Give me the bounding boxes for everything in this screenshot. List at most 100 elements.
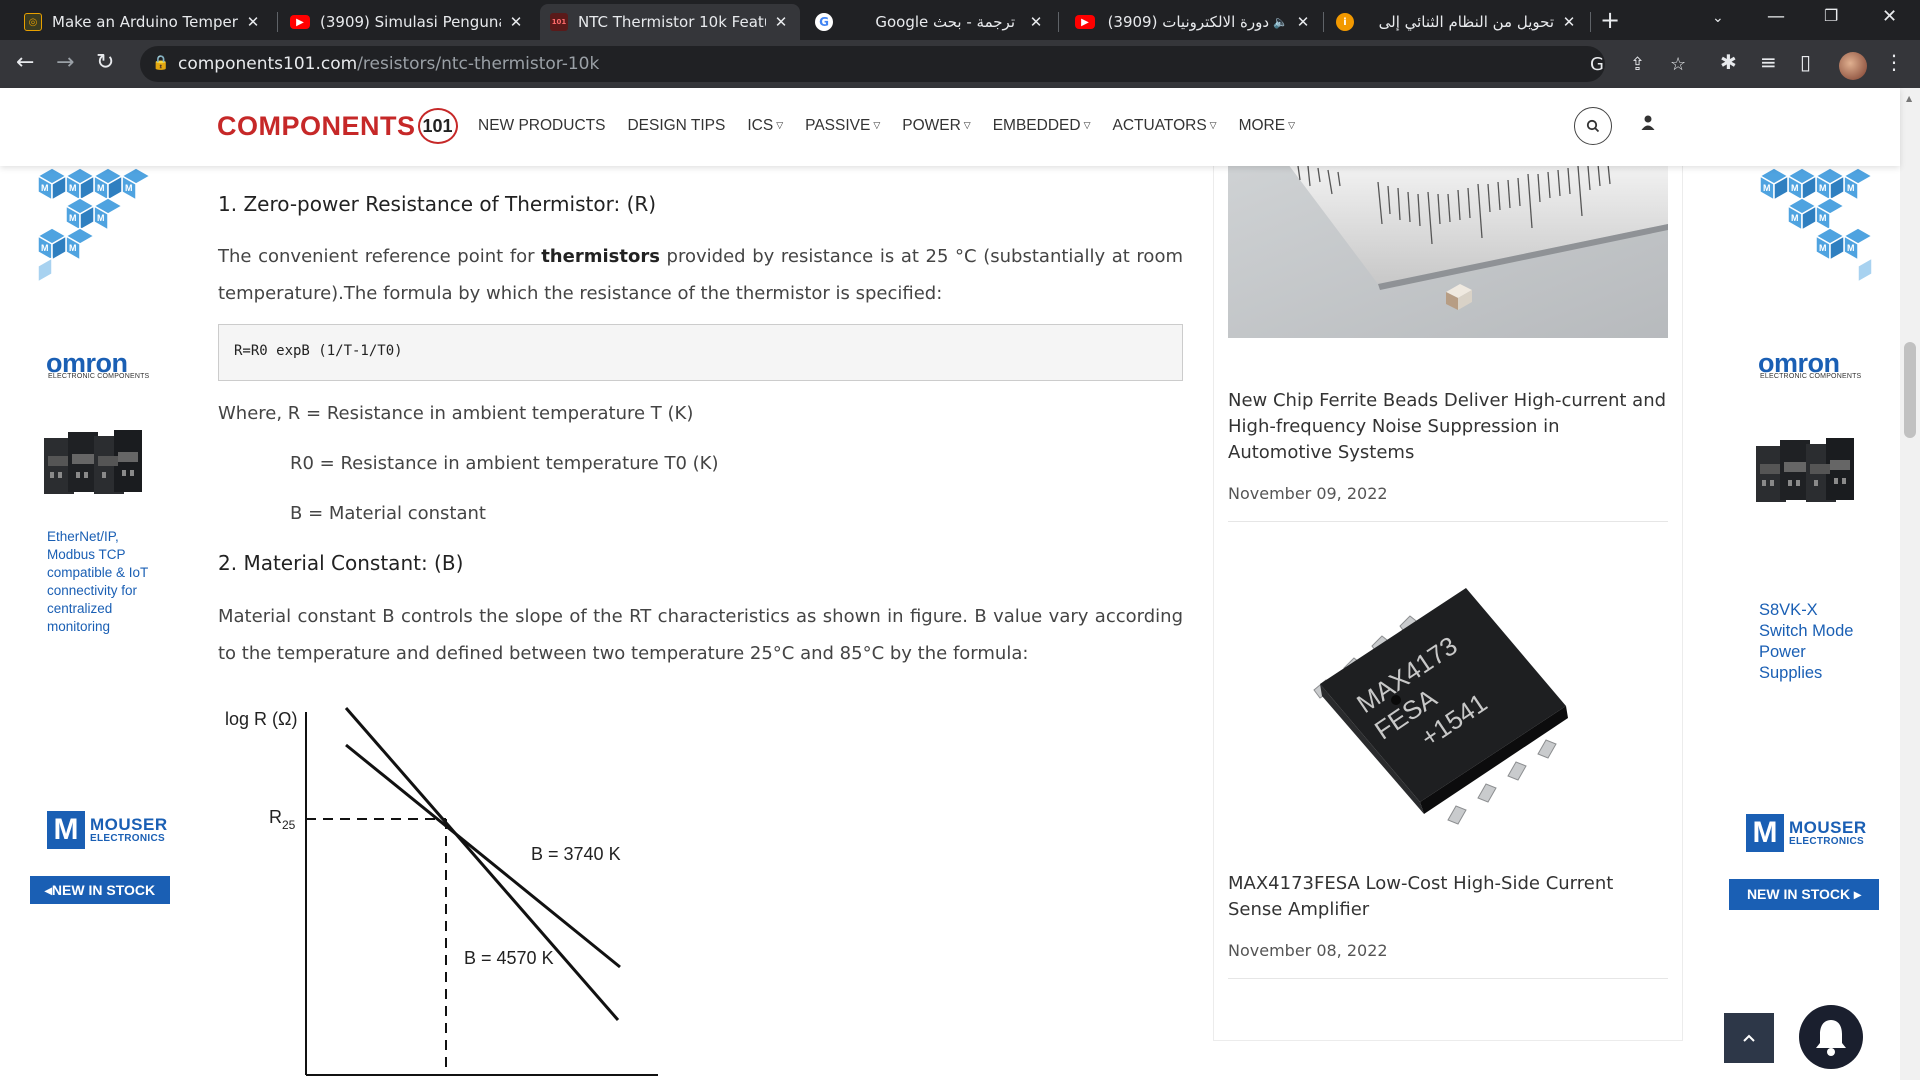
- section-heading: 1. Zero-power Resistance of Thermistor: …: [218, 192, 657, 216]
- browser-tab[interactable]: ▶ (3909) دورة الالكترونيات 🔈 ✕: [1065, 4, 1322, 40]
- mouser-m-icon: M: [1746, 814, 1784, 852]
- chevron-down-icon: ▽: [1288, 120, 1296, 130]
- mouser-cubes-icon: M M M M M M M M: [36, 167, 152, 284]
- definition-line: Where, R = Resistance in ambient tempera…: [218, 403, 694, 424]
- svg-text:M: M: [1847, 243, 1855, 253]
- back-arrow-icon[interactable]: ←: [16, 50, 34, 75]
- tab-separator: [1323, 12, 1324, 32]
- browser-tab[interactable]: G Google ترجمة - بحث ✕: [805, 4, 1055, 40]
- svg-text:M: M: [1819, 183, 1827, 193]
- tab-separator: [277, 12, 278, 32]
- tab-search-icon[interactable]: ⌄: [1712, 10, 1724, 26]
- svg-text:M: M: [1791, 213, 1799, 223]
- mouser-m-icon: M: [47, 811, 85, 849]
- new-in-stock-button[interactable]: NEW IN STOCK ▸: [1729, 879, 1879, 910]
- nav-passive[interactable]: PASSIVE ▽: [805, 117, 880, 135]
- nav-actuators[interactable]: ACTUATORS ▽: [1113, 117, 1217, 135]
- tab-title: Google ترجمة - بحث: [875, 13, 1015, 31]
- notification-bell-button[interactable]: [1799, 1005, 1863, 1069]
- nav-more[interactable]: MORE ▽: [1239, 117, 1295, 135]
- reload-icon[interactable]: ↻: [96, 50, 114, 75]
- related-posts-sidebar: New Chip Ferrite Beads Deliver High-curr…: [1213, 164, 1683, 1041]
- main-nav: NEW PRODUCTS DESIGN TIPS ICS ▽ PASSIVE ▽ P…: [478, 117, 1317, 135]
- url-text[interactable]: components101.com/resistors/ntc-thermist…: [178, 54, 599, 74]
- close-icon[interactable]: ✕: [1027, 13, 1045, 31]
- nav-ics[interactable]: ICS ▽: [747, 117, 783, 135]
- close-icon[interactable]: ✕: [1560, 13, 1578, 31]
- speaker-icon[interactable]: 🔈: [1273, 15, 1288, 29]
- tab-title: (3909) Simulasi Pengunaan: [320, 13, 501, 31]
- card-title-link[interactable]: New Chip Ferrite Beads Deliver High-curr…: [1228, 388, 1668, 466]
- close-icon[interactable]: ✕: [244, 13, 262, 31]
- menu-dots-icon[interactable]: ⋮: [1884, 50, 1904, 74]
- controller-product-image: [44, 430, 142, 494]
- components101-icon: 101: [550, 13, 568, 31]
- formula-code-block: R=R0 expB (1/T-1/T0): [218, 324, 1183, 381]
- lock-icon: 🔒: [152, 55, 170, 71]
- side-panel-icon[interactable]: ▯: [1800, 50, 1811, 74]
- nav-power[interactable]: POWER ▽: [902, 117, 970, 135]
- browser-toolbar: ← → ↻ 🔒 components101.com/resistors/ntc-…: [0, 40, 1920, 88]
- card-title-link[interactable]: MAX4173FESA Low-Cost High-Side Current S…: [1228, 871, 1668, 923]
- section-heading: 2. Material Constant: (B): [218, 551, 464, 575]
- site-header: COMPONENTS 101 NEW PRODUCTS DESIGN TIPS …: [0, 88, 1900, 166]
- minimize-button[interactable]: —: [1767, 6, 1785, 27]
- page-scrollbar[interactable]: ▲: [1900, 88, 1920, 1080]
- close-window-button[interactable]: ✕: [1882, 6, 1897, 27]
- ferrite-bead-image[interactable]: [1228, 164, 1668, 338]
- extensions-icon[interactable]: ✱: [1720, 50, 1737, 74]
- card-date: November 08, 2022: [1228, 941, 1388, 960]
- user-icon[interactable]: [1640, 114, 1656, 135]
- browser-tab-bar: ◎ Make an Arduino Temperat ✕ ▶ (3909) Si…: [0, 0, 1920, 40]
- search-icon[interactable]: [1574, 107, 1612, 145]
- close-icon[interactable]: ✕: [1294, 13, 1312, 31]
- svg-text:M: M: [41, 243, 49, 253]
- nav-design-tips[interactable]: DESIGN TIPS: [627, 117, 725, 135]
- mouser-cubes-icon: M M M M M M M M: [1758, 167, 1874, 284]
- tab-title: NTC Thermistor 10k Feature: [578, 13, 766, 31]
- tab-title: Make an Arduino Temperat: [52, 13, 238, 31]
- card-divider: [1228, 978, 1668, 979]
- browser-tab-active[interactable]: 101 NTC Thermistor 10k Feature ✕: [540, 4, 800, 40]
- google-icon: G: [815, 13, 833, 31]
- chevron-down-icon: ▽: [873, 120, 881, 130]
- mouser-logo: M MOUSER ELECTRONICS: [1746, 814, 1867, 852]
- restore-button[interactable]: ❐: [1824, 6, 1838, 25]
- svg-text:M: M: [97, 183, 105, 193]
- ad-description: EtherNet/IP, Modbus TCP compatible & IoT…: [47, 529, 149, 634]
- svg-text:M: M: [97, 213, 105, 223]
- address-bar[interactable]: 🔒 components101.com/resistors/ntc-thermi…: [140, 46, 1686, 82]
- tab-title: تحويل من النظام الثنائي إلى: [1378, 13, 1554, 31]
- scrollbar-thumb[interactable]: [1904, 342, 1916, 438]
- logo-number: 101: [417, 108, 458, 144]
- share-icon[interactable]: ⇪: [1630, 54, 1645, 75]
- new-in-stock-button[interactable]: ◂NEW IN STOCK: [30, 876, 170, 904]
- chevron-down-icon: ▽: [963, 120, 971, 130]
- figure-r25-label: R: [269, 807, 282, 827]
- close-icon[interactable]: ✕: [772, 13, 790, 31]
- bold-term: thermistors: [541, 246, 660, 267]
- nav-new-products[interactable]: NEW PRODUCTS: [478, 117, 605, 135]
- site-logo[interactable]: COMPONENTS 101: [217, 108, 458, 144]
- star-icon[interactable]: ☆: [1670, 54, 1686, 75]
- ad-description: S8VK-X Switch Mode Power Supplies: [1759, 601, 1854, 682]
- google-lens-icon[interactable]: G: [1590, 54, 1604, 75]
- right-advertisement[interactable]: MMMM MM MM omron ELECTRONIC COMPONENTS S…: [1728, 166, 1888, 926]
- new-tab-button[interactable]: +: [1600, 6, 1620, 34]
- max4173-chip-image[interactable]: MAX4173 FESA +1541: [1306, 588, 1596, 828]
- svg-text:M: M: [1819, 213, 1827, 223]
- figure-b1-label: B = 3740 K: [531, 844, 621, 864]
- browser-tab[interactable]: i تحويل من النظام الثنائي إلى ✕: [1326, 4, 1588, 40]
- forward-arrow-icon[interactable]: →: [56, 50, 74, 75]
- close-icon[interactable]: ✕: [507, 13, 525, 31]
- left-advertisement[interactable]: MMMM MM MM omron ELECTRONIC COMPONENTS E…: [28, 166, 178, 926]
- profile-avatar[interactable]: [1839, 52, 1867, 80]
- browser-tab[interactable]: ◎ Make an Arduino Temperat ✕: [14, 4, 272, 40]
- scroll-to-top-button[interactable]: [1724, 1013, 1774, 1063]
- power-supply-product-image: [1756, 438, 1854, 502]
- reading-list-icon[interactable]: ≡: [1760, 50, 1777, 74]
- scroll-up-arrow-icon[interactable]: ▲: [1906, 94, 1912, 103]
- nav-embedded[interactable]: EMBEDDED ▽: [993, 117, 1091, 135]
- svg-text:M: M: [1847, 183, 1855, 193]
- browser-tab[interactable]: ▶ (3909) Simulasi Pengunaan ✕: [280, 4, 535, 40]
